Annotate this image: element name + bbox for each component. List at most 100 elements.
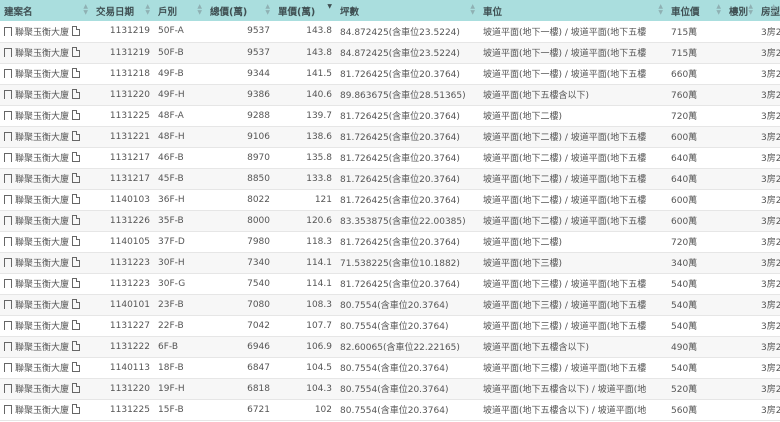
document-icon[interactable]: [72, 110, 81, 120]
table-row[interactable]: 聯聚玉衡大廈 1140101 23F-B 7080 108.3 80.7554(含車位20…: [0, 294, 780, 315]
sort-icon[interactable]: ▲ ▼: [197, 4, 202, 16]
bookmark-icon[interactable]: [4, 132, 12, 142]
cell-name[interactable]: 聯聚玉衡大廈: [0, 399, 92, 420]
cell-name[interactable]: 聯聚玉衡大廈: [0, 336, 92, 357]
document-icon[interactable]: [72, 236, 81, 246]
column-header-date[interactable]: 交易日期 ▲ ▼: [92, 0, 154, 21]
bookmark-icon[interactable]: [4, 174, 12, 184]
table-row[interactable]: 聯聚玉衡大廈 1140105 37F-D 7980 118.3 81.726425(含車位…: [0, 231, 780, 252]
table-row[interactable]: 聯聚玉衡大廈 1131218 49F-B 9344 141.5 81.726425(含車位…: [0, 63, 780, 84]
project-name[interactable]: 聯聚玉衡大廈: [15, 322, 69, 332]
project-name[interactable]: 聯聚玉衡大廈: [15, 217, 69, 227]
table-row[interactable]: 聯聚玉衡大廈 1131219 50F-B 9537 143.8 84.872425(含車位…: [0, 42, 780, 63]
document-icon[interactable]: [72, 257, 81, 267]
table-row[interactable]: 聯聚玉衡大廈 1131220 19F-H 6818 104.3 80.7554(含車位20…: [0, 378, 780, 399]
project-name[interactable]: 聯聚玉衡大廈: [15, 301, 69, 311]
document-icon[interactable]: [72, 320, 81, 330]
project-name[interactable]: 聯聚玉衡大廈: [15, 49, 69, 59]
sort-icon[interactable]: ▲ ▼: [83, 4, 88, 16]
cell-name[interactable]: 聯聚玉衡大廈: [0, 273, 92, 294]
project-name[interactable]: 聯聚玉衡大廈: [15, 406, 69, 416]
cell-name[interactable]: 聯聚玉衡大廈: [0, 168, 92, 189]
bookmark-icon[interactable]: [4, 363, 12, 373]
bookmark-icon[interactable]: [4, 300, 12, 310]
table-row[interactable]: 聯聚玉衡大廈 1131221 48F-H 9106 138.6 81.726425(含車位…: [0, 126, 780, 147]
project-name[interactable]: 聯聚玉衡大廈: [15, 91, 69, 101]
cell-name[interactable]: 聯聚玉衡大廈: [0, 84, 92, 105]
project-name[interactable]: 聯聚玉衡大廈: [15, 175, 69, 185]
cell-name[interactable]: 聯聚玉衡大廈: [0, 210, 92, 231]
cell-name[interactable]: 聯聚玉衡大廈: [0, 315, 92, 336]
sort-icon[interactable]: ▲ ▼: [470, 4, 475, 16]
bookmark-icon[interactable]: [4, 48, 12, 58]
cell-name[interactable]: 聯聚玉衡大廈: [0, 357, 92, 378]
bookmark-icon[interactable]: [4, 216, 12, 226]
cell-name[interactable]: 聯聚玉衡大廈: [0, 126, 92, 147]
bookmark-icon[interactable]: [4, 237, 12, 247]
cell-name[interactable]: 聯聚玉衡大廈: [0, 252, 92, 273]
document-icon[interactable]: [72, 194, 81, 204]
document-icon[interactable]: [72, 215, 81, 225]
sort-icon[interactable]: ▲ ▼: [145, 4, 150, 16]
project-name[interactable]: 聯聚玉衡大廈: [15, 280, 69, 290]
cell-name[interactable]: 聯聚玉衡大廈: [0, 294, 92, 315]
document-icon[interactable]: [72, 383, 81, 393]
project-name[interactable]: 聯聚玉衡大廈: [15, 364, 69, 374]
document-icon[interactable]: [72, 152, 81, 162]
project-name[interactable]: 聯聚玉衡大廈: [15, 154, 69, 164]
table-row[interactable]: 聯聚玉衡大廈 1131219 50F-A 9537 143.8 84.872425(含車位…: [0, 21, 780, 42]
sort-icon[interactable]: ▲ ▼: [265, 4, 270, 16]
table-row[interactable]: 聯聚玉衡大廈 1131223 30F-G 7540 114.1 81.726425(含車位…: [0, 273, 780, 294]
document-icon[interactable]: [72, 173, 81, 183]
table-row[interactable]: 聯聚玉衡大廈 1131225 48F-A 9288 139.7 81.726425(含車位…: [0, 105, 780, 126]
column-header-parking_price[interactable]: 車位價 ▲ ▼: [667, 0, 725, 21]
cell-name[interactable]: 聯聚玉衡大廈: [0, 105, 92, 126]
table-row[interactable]: 聯聚玉衡大廈 1131225 15F-B 6721 102 80.7554(含車位20.3…: [0, 399, 780, 420]
bookmark-icon[interactable]: [4, 26, 12, 37]
column-header-price[interactable]: 單價(萬) ▼: [274, 0, 336, 21]
document-icon[interactable]: [72, 25, 81, 36]
table-row[interactable]: 聯聚玉衡大廈 1131217 46F-B 8970 135.8 81.726425(含車位…: [0, 147, 780, 168]
column-header-layout[interactable]: 房型 ▲ ▼: [757, 0, 780, 21]
bookmark-icon[interactable]: [4, 342, 12, 352]
bookmark-icon[interactable]: [4, 195, 12, 205]
cell-name[interactable]: 聯聚玉衡大廈: [0, 63, 92, 84]
document-icon[interactable]: [72, 299, 81, 309]
table-row[interactable]: 聯聚玉衡大廈 1131222 6F-B 6946 106.9 82.60065(含車位22…: [0, 336, 780, 357]
bookmark-icon[interactable]: [4, 90, 12, 100]
project-name[interactable]: 聯聚玉衡大廈: [15, 133, 69, 143]
project-name[interactable]: 聯聚玉衡大廈: [15, 385, 69, 395]
table-row[interactable]: 聯聚玉衡大廈 1131226 35F-B 8000 120.6 83.353875(含車位…: [0, 210, 780, 231]
bookmark-icon[interactable]: [4, 111, 12, 121]
cell-name[interactable]: 聯聚玉衡大廈: [0, 42, 92, 63]
document-icon[interactable]: [72, 89, 81, 99]
document-icon[interactable]: [72, 68, 81, 78]
table-row[interactable]: 聯聚玉衡大廈 1131223 30F-H 7340 114.1 71.538225(含車位…: [0, 252, 780, 273]
column-header-unit[interactable]: 戶別 ▲ ▼: [154, 0, 206, 21]
bookmark-icon[interactable]: [4, 258, 12, 268]
sort-icon[interactable]: ▲ ▼: [771, 4, 776, 16]
bookmark-icon[interactable]: [4, 321, 12, 331]
cell-name[interactable]: 聯聚玉衡大廈: [0, 231, 92, 252]
document-icon[interactable]: [72, 341, 81, 351]
bookmark-icon[interactable]: [4, 384, 12, 394]
cell-name[interactable]: 聯聚玉衡大廈: [0, 378, 92, 399]
bookmark-icon[interactable]: [4, 405, 12, 415]
table-row[interactable]: 聯聚玉衡大廈 1140113 18F-B 6847 104.5 80.7554(含車位20…: [0, 357, 780, 378]
project-name[interactable]: 聯聚玉衡大廈: [15, 238, 69, 248]
document-icon[interactable]: [72, 47, 81, 57]
project-name[interactable]: 聯聚玉衡大廈: [15, 112, 69, 122]
sort-icon[interactable]: ▲ ▼: [716, 4, 721, 16]
sort-icon[interactable]: ▲ ▼: [748, 4, 753, 16]
sort-descending-icon[interactable]: ▼: [327, 4, 332, 10]
table-row[interactable]: 聯聚玉衡大廈 1131220 49F-H 9386 140.6 89.863675(含車位…: [0, 84, 780, 105]
project-name[interactable]: 聯聚玉衡大廈: [15, 70, 69, 80]
column-header-parking[interactable]: 車位 ▲ ▼: [479, 0, 667, 21]
project-name[interactable]: 聯聚玉衡大廈: [15, 343, 69, 353]
document-icon[interactable]: [72, 362, 81, 372]
cell-name[interactable]: 聯聚玉衡大廈: [0, 189, 92, 210]
table-row[interactable]: 聯聚玉衡大廈 1131217 45F-B 8850 133.8 81.726425(含車位…: [0, 168, 780, 189]
bookmark-icon[interactable]: [4, 153, 12, 163]
bookmark-icon[interactable]: [4, 279, 12, 289]
column-header-name[interactable]: 建案名 ▲ ▼: [0, 0, 92, 21]
